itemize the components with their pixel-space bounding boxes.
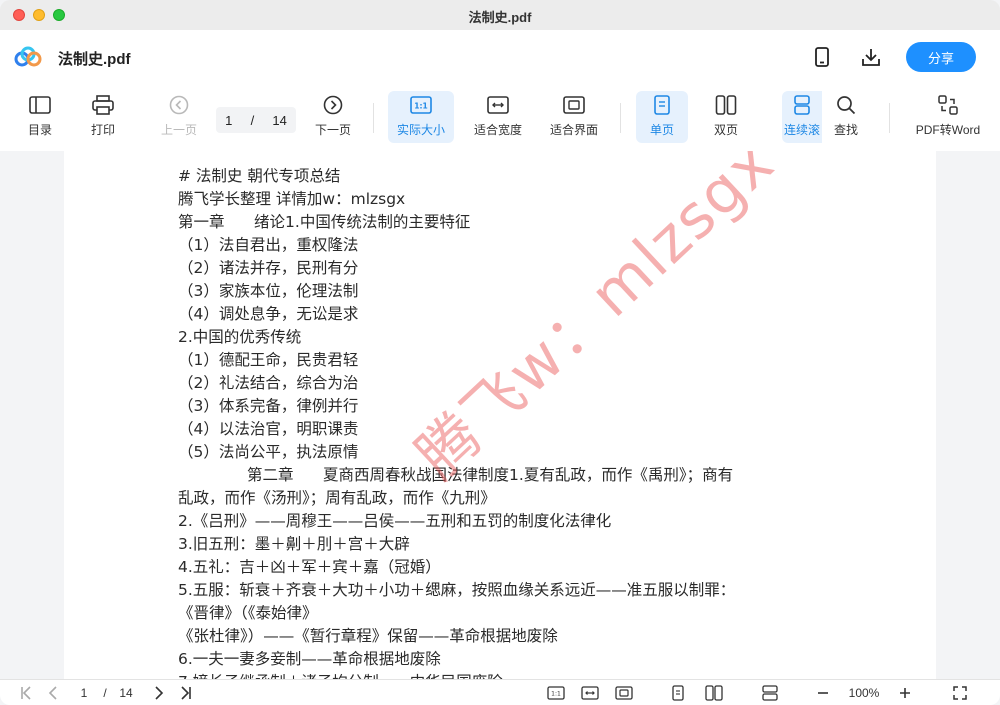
double-page-icon bbox=[714, 93, 738, 117]
page-separator: / bbox=[250, 112, 255, 128]
next-page-small-icon[interactable] bbox=[150, 684, 168, 702]
download-icon[interactable] bbox=[859, 45, 883, 69]
continuous-scroll-button[interactable]: 连续滚 bbox=[782, 91, 822, 143]
svg-text:1:1: 1:1 bbox=[414, 102, 427, 111]
fit-page-small-icon[interactable] bbox=[614, 684, 634, 702]
fit-page-button[interactable]: 适合界面 bbox=[546, 91, 602, 143]
single-page-label: 单页 bbox=[649, 123, 674, 137]
text-line: 第二章 夏商西周春秋战国法律制度1.夏有乱政，而作《禹刑》；商有 bbox=[178, 466, 734, 484]
app-header: 法制史.pdf 分享 bbox=[0, 30, 1000, 85]
single-page-small-icon[interactable] bbox=[670, 684, 686, 702]
fit-width-icon bbox=[486, 93, 510, 117]
actual-size-button[interactable]: 1:1 实际大小 bbox=[388, 91, 454, 143]
first-page-icon[interactable] bbox=[18, 684, 36, 702]
toolbar: 目录 打印 上一页 1 / 14 下一页 1:1 实际大小 适合宽度 适合界面 … bbox=[0, 85, 1000, 152]
text-line: 《张杜律》）——《暂行章程》保留——革命根据地废除 bbox=[178, 627, 558, 645]
toolbar-divider bbox=[889, 103, 890, 133]
text-line: 《晋律》（《泰始律》 bbox=[178, 604, 318, 622]
text-line: 5.五服：斩衰＋齐衰＋大功＋小功＋缌麻，按照血缘关系远近——准五服以制罪： bbox=[178, 581, 736, 599]
fullscreen-icon[interactable] bbox=[950, 684, 970, 702]
pdf-page: # 法制史 朝代专项总结 腾飞学长整理 详情加w：mlzsgx 第一章 绪论1.… bbox=[64, 151, 936, 679]
app-logo-icon bbox=[14, 46, 42, 68]
actual-size-icon: 1:1 bbox=[409, 93, 433, 117]
catalog-icon bbox=[28, 93, 52, 117]
share-button[interactable]: 分享 bbox=[906, 42, 976, 72]
catalog-button[interactable]: 目录 bbox=[24, 91, 56, 143]
double-page-small-icon[interactable] bbox=[704, 684, 724, 702]
zoom-level[interactable]: 100% bbox=[842, 684, 886, 702]
toolbar-divider bbox=[373, 103, 374, 133]
total-pages: 14 bbox=[272, 112, 287, 128]
fit-page-label: 适合界面 bbox=[549, 123, 598, 137]
text-line: 3.旧五刑：墨＋劓＋刖＋宫＋大辟 bbox=[178, 535, 410, 553]
phone-icon[interactable] bbox=[810, 45, 834, 69]
title-bar: 法制史.pdf bbox=[0, 0, 1000, 31]
window-title: 法制史.pdf bbox=[468, 10, 532, 25]
next-page-label: 下一页 bbox=[314, 123, 351, 137]
zoom-in-icon[interactable] bbox=[896, 684, 914, 702]
toolbar-divider bbox=[620, 103, 621, 133]
print-label: 打印 bbox=[90, 123, 115, 137]
fit-width-label: 适合宽度 bbox=[473, 123, 522, 137]
text-line: （4）调处息争，无讼是求 bbox=[178, 305, 359, 323]
file-name: 法制史.pdf bbox=[58, 51, 131, 68]
single-page-icon bbox=[650, 93, 674, 117]
app-window: 法制史.pdf 法制史.pdf 分享 目录 打印 上一页 1 / 14 下一页 … bbox=[0, 0, 1000, 705]
search-label: 查找 bbox=[833, 123, 858, 137]
bottom-page-separator: / bbox=[103, 686, 107, 700]
next-page-icon bbox=[321, 93, 345, 117]
continuous-scroll-label: 连续滚 bbox=[783, 123, 820, 137]
text-line: （2）诸法并存，民刑有分 bbox=[178, 259, 359, 277]
actual-size-small-icon[interactable]: 1:1 bbox=[546, 684, 566, 702]
zoom-out-icon[interactable] bbox=[814, 684, 832, 702]
search-icon bbox=[834, 93, 858, 117]
text-line: 2.《吕刑》——周穆王——吕侯——五刑和五罚的制度化法律化 bbox=[178, 512, 612, 530]
current-page: 1 bbox=[225, 112, 233, 128]
continuous-scroll-icon bbox=[790, 93, 814, 117]
bottom-bar: 1 / 14 1:1 100% bbox=[0, 679, 1000, 705]
single-page-button[interactable]: 单页 bbox=[636, 91, 688, 143]
pdf-to-word-label: PDF转Word bbox=[915, 123, 981, 137]
bottom-current-page[interactable]: 1 bbox=[78, 684, 90, 702]
document-viewport[interactable]: # 法制史 朝代专项总结 腾飞学长整理 详情加w：mlzsgx 第一章 绪论1.… bbox=[0, 151, 1000, 679]
convert-icon bbox=[936, 93, 960, 117]
catalog-label: 目录 bbox=[27, 123, 52, 137]
page-number-input[interactable]: 1 / 14 bbox=[216, 107, 296, 133]
double-page-label: 双页 bbox=[713, 123, 738, 137]
fit-width-small-icon[interactable] bbox=[580, 684, 600, 702]
text-line: （3）家族本位，伦理法制 bbox=[178, 282, 359, 300]
prev-page-label: 上一页 bbox=[160, 123, 197, 137]
last-page-icon[interactable] bbox=[176, 684, 194, 702]
next-page-button[interactable]: 下一页 bbox=[312, 91, 354, 143]
prev-page-icon bbox=[167, 93, 191, 117]
prev-page-button[interactable]: 上一页 bbox=[158, 91, 200, 143]
search-button[interactable]: 查找 bbox=[828, 91, 864, 143]
continuous-scroll-small-icon[interactable] bbox=[760, 684, 780, 702]
bottom-total-pages: 14 bbox=[119, 686, 133, 700]
fit-page-icon bbox=[562, 93, 586, 117]
prev-page-small-icon[interactable] bbox=[44, 684, 62, 702]
text-line: 4.五礼：吉＋凶＋军＋宾＋嘉（冠婚） bbox=[178, 558, 441, 576]
svg-text:1:1: 1:1 bbox=[551, 691, 561, 698]
text-line: 6.一夫一妻多妾制——革命根据地废除 bbox=[178, 650, 441, 668]
print-button[interactable]: 打印 bbox=[87, 91, 119, 143]
printer-icon bbox=[91, 93, 115, 117]
text-line: 7.嫡长子继承制＋诸子均分制——中华民国废除 bbox=[178, 671, 818, 679]
actual-size-label: 实际大小 bbox=[396, 123, 445, 137]
fit-width-button[interactable]: 适合宽度 bbox=[470, 91, 526, 143]
pdf-to-word-button[interactable]: PDF转Word bbox=[908, 91, 988, 143]
text-line: 乱政，而作《汤刑》；周有乱政，而作《九刑》 bbox=[178, 489, 496, 507]
double-page-button[interactable]: 双页 bbox=[706, 91, 746, 143]
